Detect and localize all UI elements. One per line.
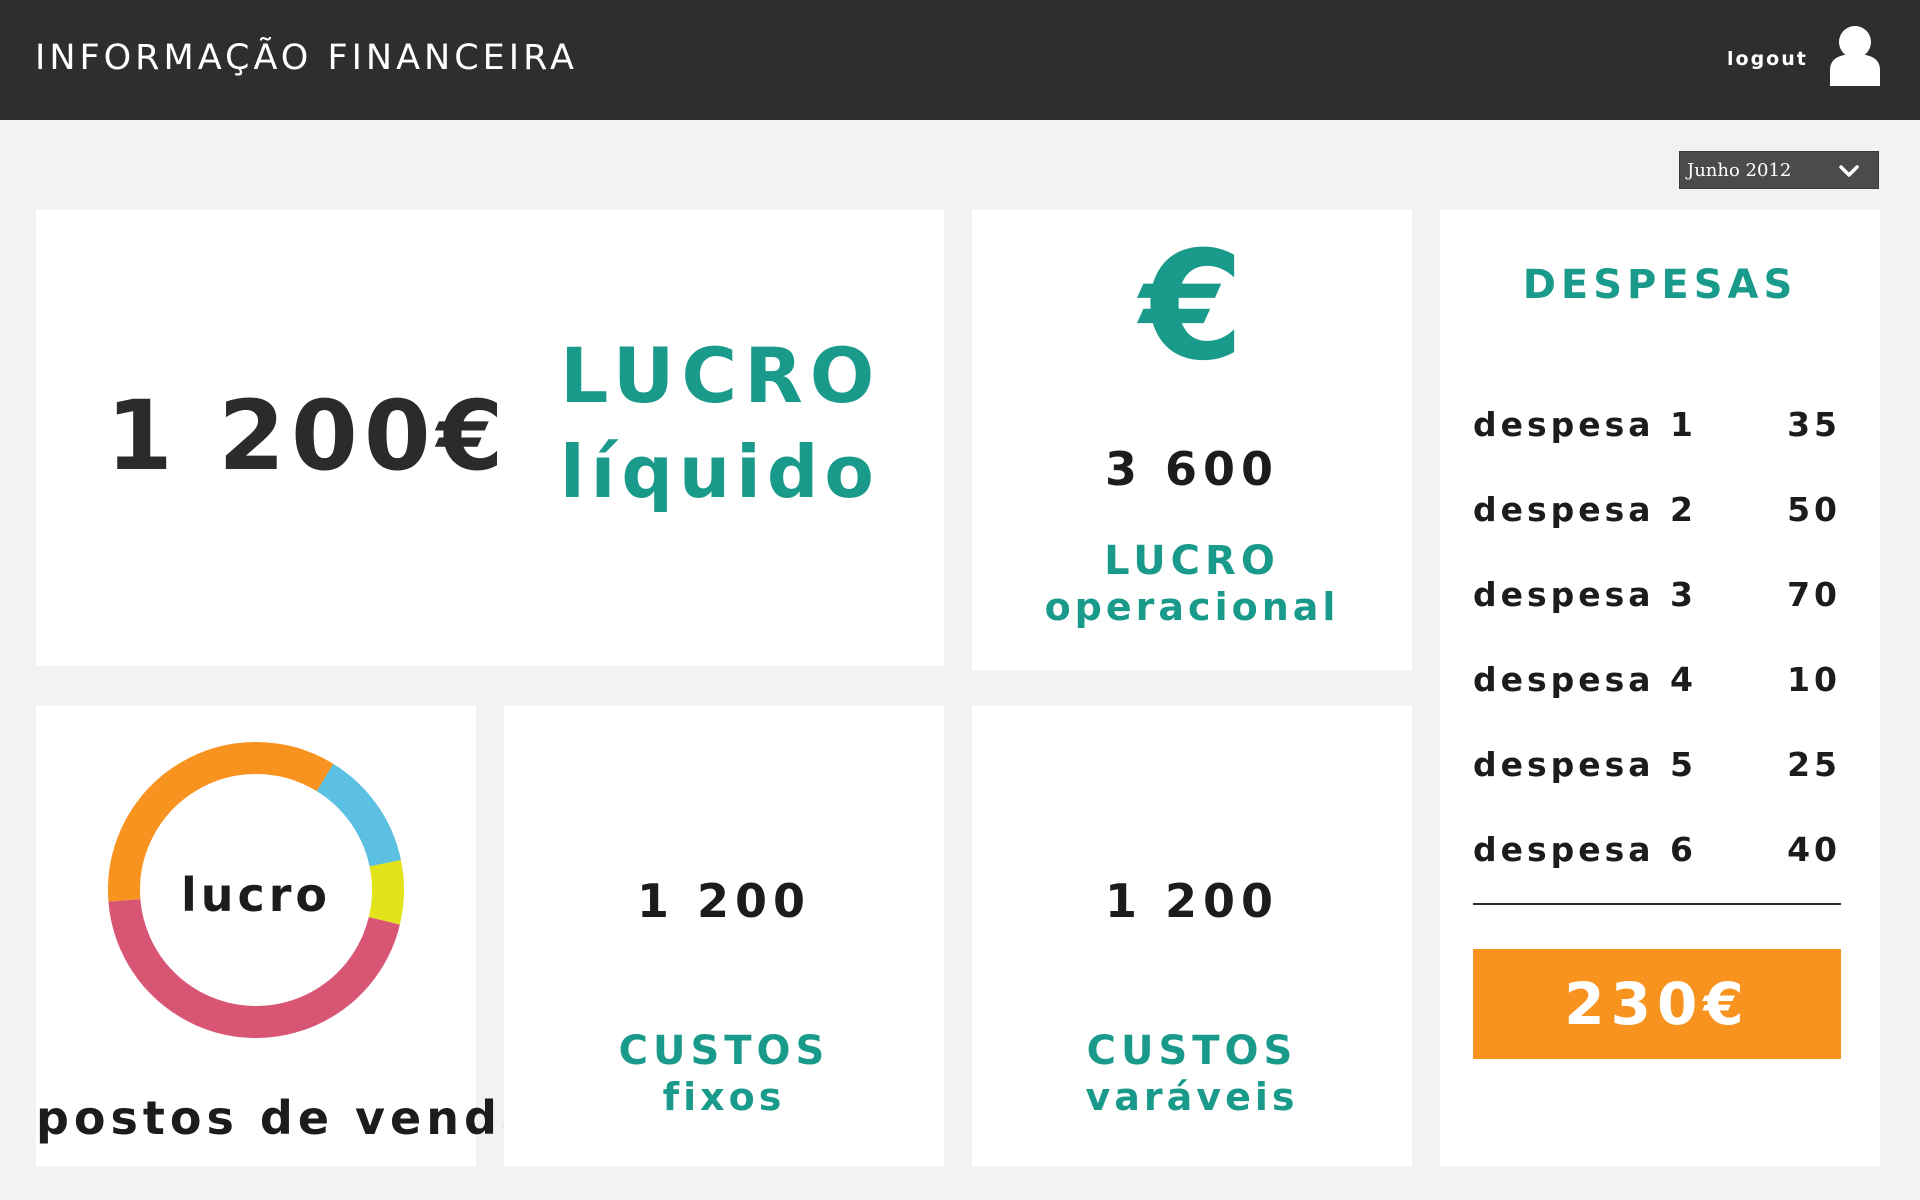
expense-row: despesa 4 10 bbox=[1473, 660, 1841, 710]
variable-costs-card: 1 200 CUSTOS varáveis bbox=[972, 706, 1412, 1166]
expense-name: despesa 3 bbox=[1473, 575, 1698, 614]
expense-amount: 40 bbox=[1787, 830, 1841, 869]
expense-name: despesa 5 bbox=[1473, 745, 1698, 784]
expenses-total: 230€ bbox=[1473, 949, 1841, 1059]
variable-costs-value: 1 200 bbox=[1104, 874, 1280, 928]
expense-row: despesa 2 50 bbox=[1473, 490, 1841, 540]
net-profit-value: 1 200€ bbox=[106, 380, 510, 492]
logout-link[interactable]: logout bbox=[1727, 48, 1808, 70]
expense-amount: 10 bbox=[1787, 660, 1841, 699]
expenses-card: DESPESAS despesa 1 35 despesa 2 50 despe… bbox=[1440, 210, 1880, 1166]
expense-row: despesa 6 40 bbox=[1473, 830, 1841, 880]
net-profit-subtitle: líquido bbox=[560, 430, 880, 514]
expense-amount: 70 bbox=[1787, 575, 1841, 614]
operating-profit-subtitle: operacional bbox=[1044, 585, 1340, 629]
expenses-title: DESPESAS bbox=[1522, 262, 1798, 308]
variable-costs-subtitle: varáveis bbox=[1085, 1075, 1299, 1119]
app-title: INFORMAÇÃO FINANCEIRA bbox=[35, 38, 578, 78]
top-bar: INFORMAÇÃO FINANCEIRA logout bbox=[0, 0, 1920, 120]
fixed-costs-card: 1 200 CUSTOS fixos bbox=[504, 706, 944, 1166]
expense-amount: 35 bbox=[1787, 405, 1841, 444]
variable-costs-title: CUSTOS bbox=[1086, 1028, 1298, 1074]
euro-icon: € bbox=[1139, 220, 1245, 394]
operating-profit-card: € 3 600 LUCRO operacional bbox=[972, 210, 1412, 670]
expense-name: despesa 1 bbox=[1473, 405, 1698, 444]
donut-center-label: lucro bbox=[180, 868, 332, 922]
operating-profit-value: 3 600 bbox=[1104, 442, 1280, 496]
chevron-down-icon bbox=[1839, 165, 1859, 177]
expense-amount: 50 bbox=[1787, 490, 1841, 529]
expenses-divider bbox=[1473, 903, 1841, 905]
period-select[interactable]: Junho 2012 bbox=[1679, 151, 1879, 189]
fixed-costs-title: CUSTOS bbox=[618, 1028, 830, 1074]
donut-segment-1 bbox=[316, 763, 401, 867]
fixed-costs-value: 1 200 bbox=[636, 874, 812, 928]
period-select-value: Junho 2012 bbox=[1687, 160, 1792, 181]
expense-row: despesa 1 35 bbox=[1473, 405, 1841, 455]
expense-name: despesa 4 bbox=[1473, 660, 1698, 699]
expense-row: despesa 3 70 bbox=[1473, 575, 1841, 625]
expense-amount: 25 bbox=[1787, 745, 1841, 784]
net-profit-title: LUCRO bbox=[560, 331, 882, 420]
operating-profit-title: LUCRO bbox=[1104, 538, 1280, 584]
user-icon[interactable] bbox=[1828, 24, 1882, 86]
fixed-costs-subtitle: fixos bbox=[662, 1075, 786, 1119]
net-profit-card: 1 200€ LUCRO líquido bbox=[36, 210, 944, 666]
points-of-sale-caption: postos de venda bbox=[36, 1091, 538, 1145]
expense-row: despesa 5 25 bbox=[1473, 745, 1841, 795]
expense-name: despesa 2 bbox=[1473, 490, 1698, 529]
points-of-sale-card: lucro postos de venda bbox=[36, 706, 538, 1166]
expense-name: despesa 6 bbox=[1473, 830, 1698, 869]
